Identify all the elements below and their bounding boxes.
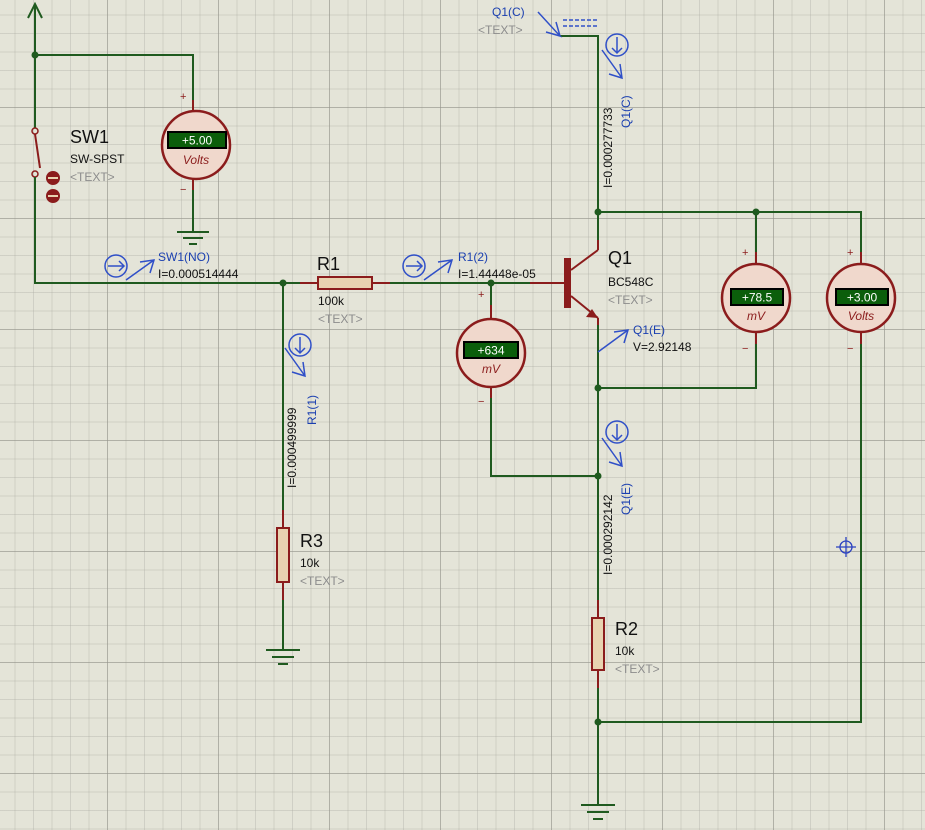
meter-reading: +78.5 (742, 291, 773, 305)
wires (34, 20, 862, 805)
r1-resistor[interactable] (300, 276, 390, 290)
sw1-text: <TEXT> (70, 170, 115, 184)
meter-plus-sign: + (478, 289, 484, 301)
meter-minus-sign: − (478, 396, 484, 408)
probe-reading: I=0.000514444 (158, 267, 239, 281)
probe-reading: I=0.000277733 (601, 107, 615, 188)
current-probe-q1c[interactable] (601, 33, 629, 80)
meter-reading: +634 (477, 344, 504, 358)
q1-value: BC548C (608, 275, 654, 289)
probe-name: Q1(C) (619, 95, 633, 128)
power-terminal-icon[interactable] (27, 1, 43, 20)
meter-plus-sign: + (180, 91, 186, 103)
probe-name: Q1(E) (633, 323, 665, 337)
meter-unit: Volts (183, 153, 209, 167)
r2-text: <TEXT> (615, 662, 660, 676)
q1-text: <TEXT> (608, 293, 653, 307)
r3-ref: R3 (300, 531, 323, 551)
sw1-value: SW-SPST (70, 152, 125, 166)
r1-ref: R1 (317, 254, 340, 274)
current-probe-r1pin2[interactable] (402, 254, 454, 281)
probe-reading: I=1.44448e-05 (458, 267, 536, 281)
crosshair-cursor-icon (836, 537, 856, 557)
meter-unit: mV (747, 309, 766, 323)
junction-dot (31, 51, 39, 59)
meter-plus-sign: + (847, 247, 853, 259)
junction-dot (279, 279, 287, 287)
r2-value: 10k (615, 644, 635, 658)
junction-dot (752, 208, 760, 216)
meter-unit: Volts (848, 309, 874, 323)
meter-reading: +5.00 (182, 134, 213, 148)
schematic-canvas[interactable]: SW1 SW-SPST <TEXT> R1 100k <TEXT> R3 10k… (0, 0, 925, 830)
r3-value: 10k (300, 556, 320, 570)
probe-name: Q1(E) (619, 483, 633, 515)
wire-supply-to-voltmeter[interactable] (35, 54, 194, 112)
wire-collector-to-meters[interactable] (598, 211, 862, 262)
probe-text: <TEXT> (478, 23, 523, 37)
millivoltmeter-vbe[interactable]: +634 mV + − (455, 289, 527, 408)
probe-name: R1(1) (305, 395, 319, 425)
sw1-ref: SW1 (70, 127, 109, 147)
probe-name: Q1(C) (492, 5, 525, 19)
probe-name: SW1(NO) (158, 250, 210, 264)
ground-icon[interactable] (177, 231, 209, 245)
meter-unit: mV (482, 362, 501, 376)
meter-plus-sign: + (742, 247, 748, 259)
voltmeter-supply[interactable]: +5.00 Volts + − (160, 91, 232, 196)
junction-dot (594, 718, 602, 726)
q1-transistor[interactable] (530, 240, 599, 325)
r1-value: 100k (318, 294, 345, 308)
meter-reading: +3.00 (847, 291, 878, 305)
schematic-svg: SW1 SW-SPST <TEXT> R1 100k <TEXT> R3 10k… (27, 1, 897, 820)
r2-resistor[interactable] (591, 600, 605, 688)
junction-dot (594, 384, 602, 392)
voltmeter-output[interactable]: +3.00 Volts + − (825, 247, 897, 355)
millivoltmeter-vce[interactable]: +78.5 mV + − (720, 247, 792, 355)
ground-icon[interactable] (581, 804, 615, 820)
r2-ref: R2 (615, 619, 638, 639)
junction-dot (594, 208, 602, 216)
junction-dot (594, 472, 602, 480)
meter-minus-sign: − (742, 343, 748, 355)
current-probe-q1c-top[interactable] (537, 11, 597, 38)
current-probe-sw1no[interactable] (104, 254, 156, 281)
r3-resistor[interactable] (276, 510, 290, 600)
sw1-switch[interactable] (31, 127, 60, 203)
probe-reading: V=2.92148 (633, 340, 692, 354)
q1-ref: Q1 (608, 248, 632, 268)
voltage-probe-q1e[interactable] (597, 329, 630, 353)
current-probe-r1pin1[interactable] (284, 333, 312, 378)
wire-mvmeter-to-emitter[interactable] (490, 385, 598, 477)
r3-text: <TEXT> (300, 574, 345, 588)
probe-reading: I=0.000499999 (285, 407, 299, 488)
meter-minus-sign: − (847, 343, 853, 355)
r1-text: <TEXT> (318, 312, 363, 326)
probe-name: R1(2) (458, 250, 488, 264)
ground-icon[interactable] (266, 649, 300, 665)
probe-reading: I=0.000292142 (601, 494, 615, 575)
meter-minus-sign: − (180, 184, 186, 196)
wire-vce-to-emitter[interactable] (598, 330, 757, 389)
current-probe-q1e[interactable] (601, 420, 629, 468)
